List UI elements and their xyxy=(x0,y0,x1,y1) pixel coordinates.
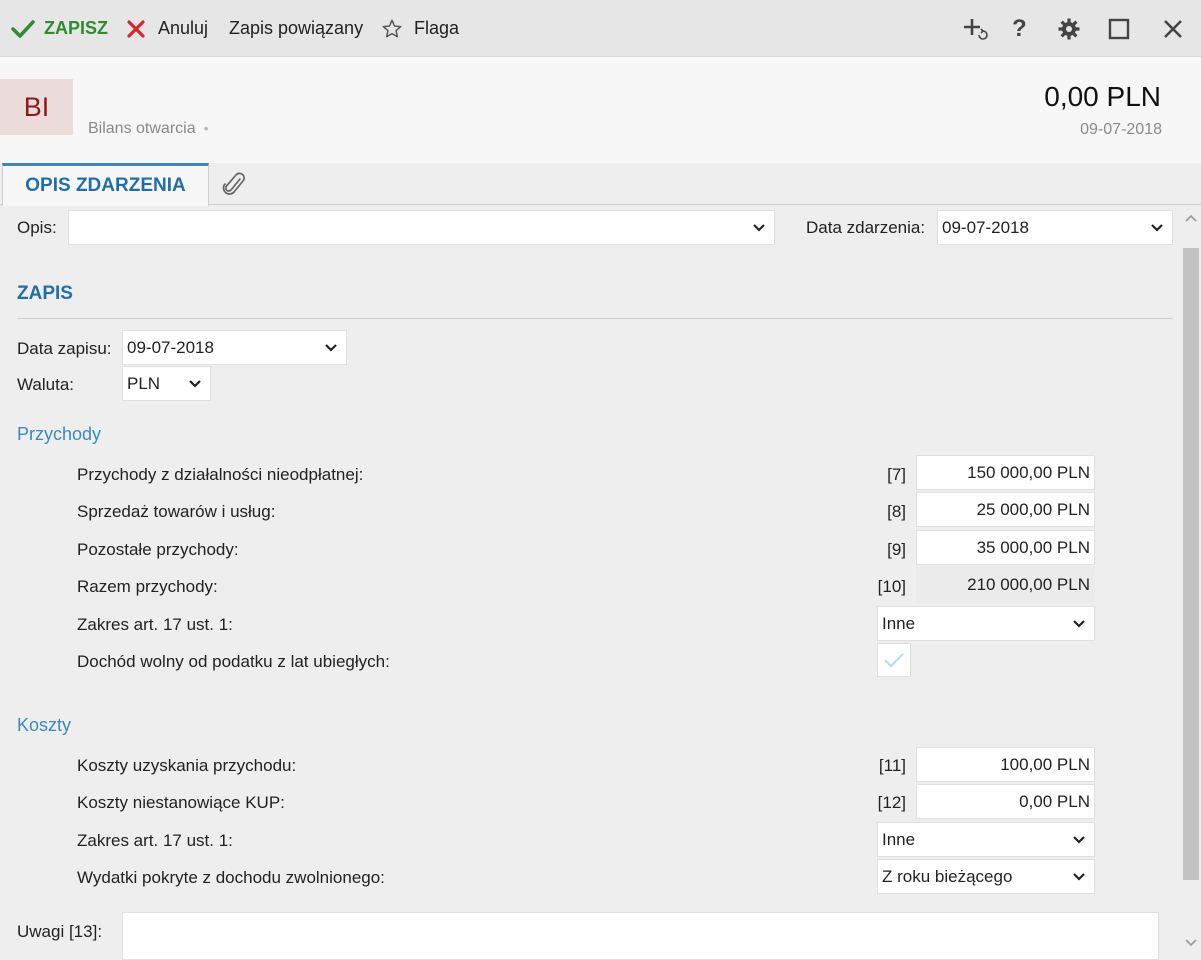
help-icon: ? xyxy=(1012,14,1027,42)
income-row-label: Pozostałe przychody: xyxy=(77,540,239,559)
check-icon xyxy=(11,19,35,39)
close-button[interactable] xyxy=(1162,0,1184,57)
income-row-code: [10] xyxy=(877,577,906,596)
save-button[interactable]: ZAPISZ xyxy=(11,0,108,57)
paperclip-icon xyxy=(222,171,248,199)
total-amount: 0,00 PLN xyxy=(1044,81,1161,112)
form-content: Opis: Data zdarzenia: 09-07-2018 ZAPIS D… xyxy=(0,205,1181,960)
cancel-button-label: Anuluj xyxy=(158,18,209,38)
chevron-down-icon xyxy=(1150,223,1164,232)
cost-amount-input[interactable]: 100,00 PLN xyxy=(916,747,1095,782)
chevron-down-icon xyxy=(1072,619,1086,628)
income-row-label: Razem przychody: xyxy=(77,577,218,596)
cost-row-label: Koszty uzyskania przychodu: xyxy=(77,756,297,775)
linked-entry-label: Zapis powiązany xyxy=(229,18,364,38)
income-row-code: [8] xyxy=(887,502,906,521)
document-type-badge: BI xyxy=(0,79,73,135)
costs-group-title: Koszty xyxy=(17,715,72,735)
income-scope-select[interactable]: Inne xyxy=(877,606,1095,641)
currency-select[interactable]: PLN xyxy=(122,366,211,401)
record-date-picker[interactable]: 09-07-2018 xyxy=(122,330,347,365)
cost-scope-select[interactable]: Inne xyxy=(877,822,1095,857)
save-button-label: ZAPISZ xyxy=(44,18,109,38)
income-scope-value: Inne xyxy=(882,613,916,633)
flag-button-label: Flaga xyxy=(414,18,460,38)
gear-icon xyxy=(1057,17,1081,41)
star-icon xyxy=(381,18,403,40)
cost-row-label: Koszty niestanowiące KUP: xyxy=(77,793,285,812)
description-input[interactable] xyxy=(68,210,775,245)
document-subtitle-text: Bilans otwarcia xyxy=(88,120,196,137)
income-amount-input[interactable]: 150 000,00 PLN xyxy=(916,455,1095,490)
income-row-label: Przychody z działalności nieodpłatnej: xyxy=(77,465,364,484)
cost-amount-input[interactable]: 0,00 PLN xyxy=(916,784,1095,819)
currency-label: Waluta: xyxy=(17,375,75,394)
event-date-label: Data zdarzenia: xyxy=(806,218,926,237)
maximize-icon xyxy=(1108,18,1130,40)
attachments-tab[interactable] xyxy=(222,171,248,204)
income-amount-input[interactable]: 35 000,00 PLN xyxy=(916,530,1095,565)
income-row-code: [9] xyxy=(887,540,906,559)
income-row-code: [7] xyxy=(887,465,906,484)
check-icon xyxy=(882,650,906,670)
event-date-value: 09-07-2018 xyxy=(942,217,1029,237)
close-icon xyxy=(1162,18,1184,40)
currency-value: PLN xyxy=(127,373,161,393)
chevron-down-icon xyxy=(188,379,202,388)
header-date: 09-07-2018 xyxy=(1080,121,1162,138)
linked-entry-button[interactable]: Zapis powiązany xyxy=(229,0,363,57)
income-scope-label: Zakres art. 17 ust. 1: xyxy=(77,615,233,634)
income-amount-input[interactable]: 25 000,00 PLN xyxy=(916,492,1095,527)
cost-scope-label: Zakres art. 17 ust. 1: xyxy=(77,831,233,850)
document-subtitle: Bilans otwarcia • xyxy=(88,120,209,138)
cost-scope-value: Inne xyxy=(882,829,916,849)
x-icon xyxy=(126,19,146,39)
flag-button[interactable]: Flaga xyxy=(381,0,459,57)
section-divider xyxy=(17,318,1173,319)
section-title-record: ZAPIS xyxy=(17,283,73,304)
tab-event-description[interactable]: OPIS ZDARZENIA xyxy=(2,163,209,206)
event-date-picker[interactable]: 09-07-2018 xyxy=(937,210,1173,245)
description-label: Opis: xyxy=(17,218,57,237)
exempt-income-label: Dochód wolny od podatku z lat ubiegłych: xyxy=(77,652,390,671)
scroll-up-icon[interactable] xyxy=(1184,213,1198,223)
help-button[interactable]: ? xyxy=(1012,0,1027,57)
record-date-value: 09-07-2018 xyxy=(127,337,214,357)
chevron-down-icon xyxy=(1072,872,1086,881)
cancel-button[interactable]: Anuluj xyxy=(126,0,208,57)
separator-dot: • xyxy=(203,120,209,136)
expenses-source-select[interactable]: Z roku bieżącego xyxy=(877,859,1095,894)
tab-bar: OPIS ZDARZENIA xyxy=(0,163,1201,206)
income-total-value: 210 000,00 PLN xyxy=(916,567,1095,602)
income-group-title: Przychody xyxy=(17,424,102,444)
scrollbar-thumb[interactable] xyxy=(1183,248,1199,880)
settings-button[interactable] xyxy=(1057,0,1081,57)
chevron-down-icon xyxy=(324,343,338,352)
chevron-down-icon xyxy=(752,223,766,232)
cost-row-code: [11] xyxy=(878,756,906,775)
add-related-button[interactable] xyxy=(962,0,990,57)
maximize-button[interactable] xyxy=(1108,0,1130,57)
expenses-source-label: Wydatki pokryte z dochodu zwolnionego: xyxy=(77,868,385,887)
toolbar: ZAPISZ Anuluj Zapis powiązany Flaga ? xyxy=(0,0,1201,57)
exempt-income-checkbox[interactable] xyxy=(877,643,911,677)
notes-label: Uwagi [13]: xyxy=(17,922,103,941)
chevron-down-icon xyxy=(1072,835,1086,844)
record-date-label: Data zapisu: xyxy=(17,339,112,358)
expenses-source-value: Z roku bieżącego xyxy=(882,866,1013,886)
income-row-label: Sprzedaż towarów i usług: xyxy=(77,502,276,521)
cost-row-code: [12] xyxy=(877,793,906,812)
add-related-icon xyxy=(962,16,990,42)
notes-textarea[interactable] xyxy=(122,912,1159,960)
record-header: BI Bilans otwarcia • 0,00 PLN 09-07-2018 xyxy=(0,57,1201,163)
scroll-down-icon[interactable] xyxy=(1184,938,1198,948)
